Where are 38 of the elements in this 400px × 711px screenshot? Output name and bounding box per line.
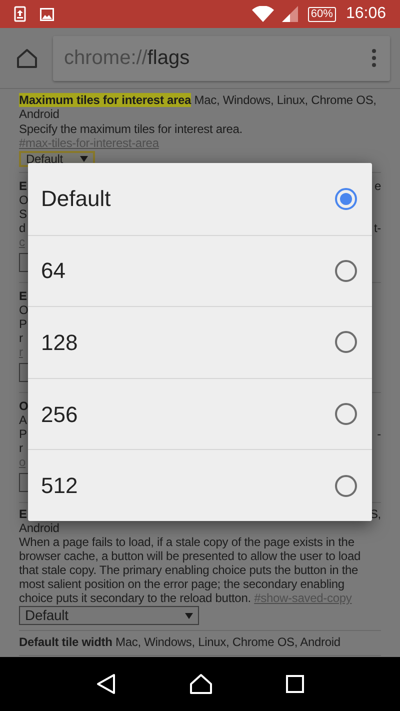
wifi-icon (252, 6, 274, 22)
radio-button[interactable] (335, 188, 357, 210)
option-item[interactable]: 128 (28, 306, 372, 378)
flag-text: P (19, 427, 27, 441)
flag-text: e (374, 179, 381, 193)
overview-icon[interactable] (286, 675, 304, 693)
flag-text: S (19, 207, 27, 221)
flag-title: E (19, 507, 27, 521)
radio-button[interactable] (335, 260, 357, 282)
flag-text: A (19, 413, 27, 427)
flag-text: O (19, 303, 28, 317)
flag-text: O (19, 193, 28, 207)
flag-text: t- (374, 221, 381, 235)
flag-title: E (19, 289, 27, 303)
flag-text: - (377, 427, 381, 441)
image-icon (40, 8, 54, 20)
radio-button[interactable] (335, 331, 357, 354)
flag-header: Default tile width Mac, Windows, Linux, Chrome OS, Android (19, 635, 342, 649)
flag-text: P (19, 317, 27, 331)
flag-text: d (19, 221, 26, 235)
caret-icon (185, 612, 193, 618)
flag-title: O (19, 399, 28, 413)
radio-button[interactable] (335, 474, 357, 497)
more-icon[interactable] (372, 49, 376, 67)
option-item[interactable]: 64 (28, 234, 372, 306)
flag-text: r (19, 441, 23, 455)
option-item[interactable]: 512 (28, 449, 372, 521)
flag-text: Android (19, 521, 60, 535)
signal-icon (282, 6, 298, 22)
battery-indicator: 60% (308, 6, 336, 22)
radio-button[interactable] (335, 403, 357, 426)
flag-title: E (19, 179, 27, 193)
option-item[interactable]: 256 (28, 378, 372, 450)
phone-upload-icon (14, 6, 26, 22)
dropdown[interactable]: Default (19, 606, 199, 625)
flag-text: r (19, 331, 23, 345)
clock: 16:06 (346, 4, 386, 24)
back-icon[interactable] (96, 673, 116, 695)
